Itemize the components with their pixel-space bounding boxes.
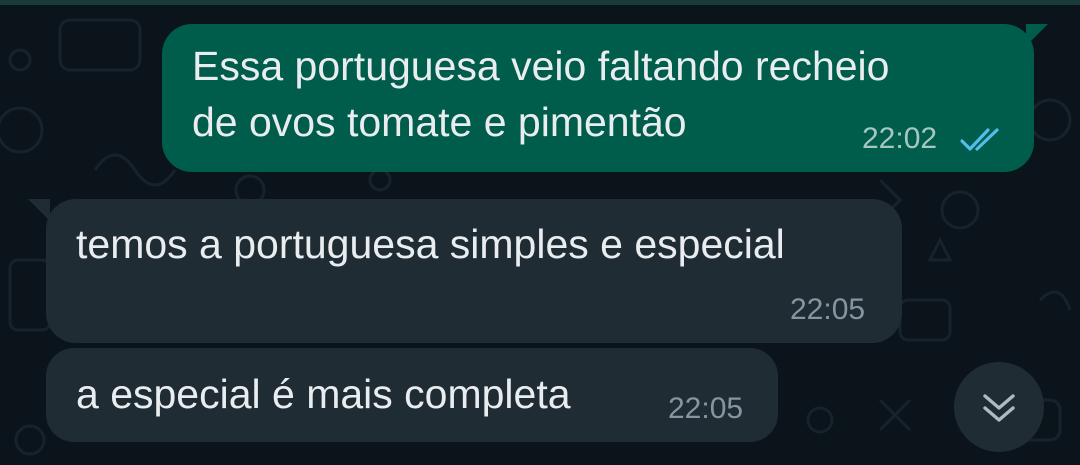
message-text: temos a portuguesa simples e especial <box>76 221 785 267</box>
chat-view[interactable]: Essa portuguesa veio faltando recheio de… <box>0 0 1080 465</box>
scroll-to-bottom-button[interactable] <box>954 362 1044 452</box>
header-edge <box>0 0 1080 5</box>
message-incoming[interactable]: a especial é mais completa 22:05 <box>46 348 778 442</box>
double-check-icon <box>960 127 1006 158</box>
bubble-tail <box>1026 24 1048 46</box>
message-text-line-1: Essa portuguesa veio faltando recheio <box>192 43 890 89</box>
bubble-tail <box>28 199 50 221</box>
message-text-line-2: de ovos tomate e pimentão <box>192 99 687 145</box>
message-timestamp: 22:05 <box>790 293 866 326</box>
message-timestamp: 22:05 <box>668 392 744 425</box>
double-chevron-down-icon <box>983 394 1015 422</box>
message-text: a especial é mais completa <box>76 371 571 417</box>
message-outgoing[interactable]: Essa portuguesa veio faltando recheio de… <box>162 24 1048 172</box>
message-incoming[interactable]: temos a portuguesa simples e especial 22… <box>28 199 902 343</box>
message-timestamp: 22:02 <box>862 122 938 155</box>
